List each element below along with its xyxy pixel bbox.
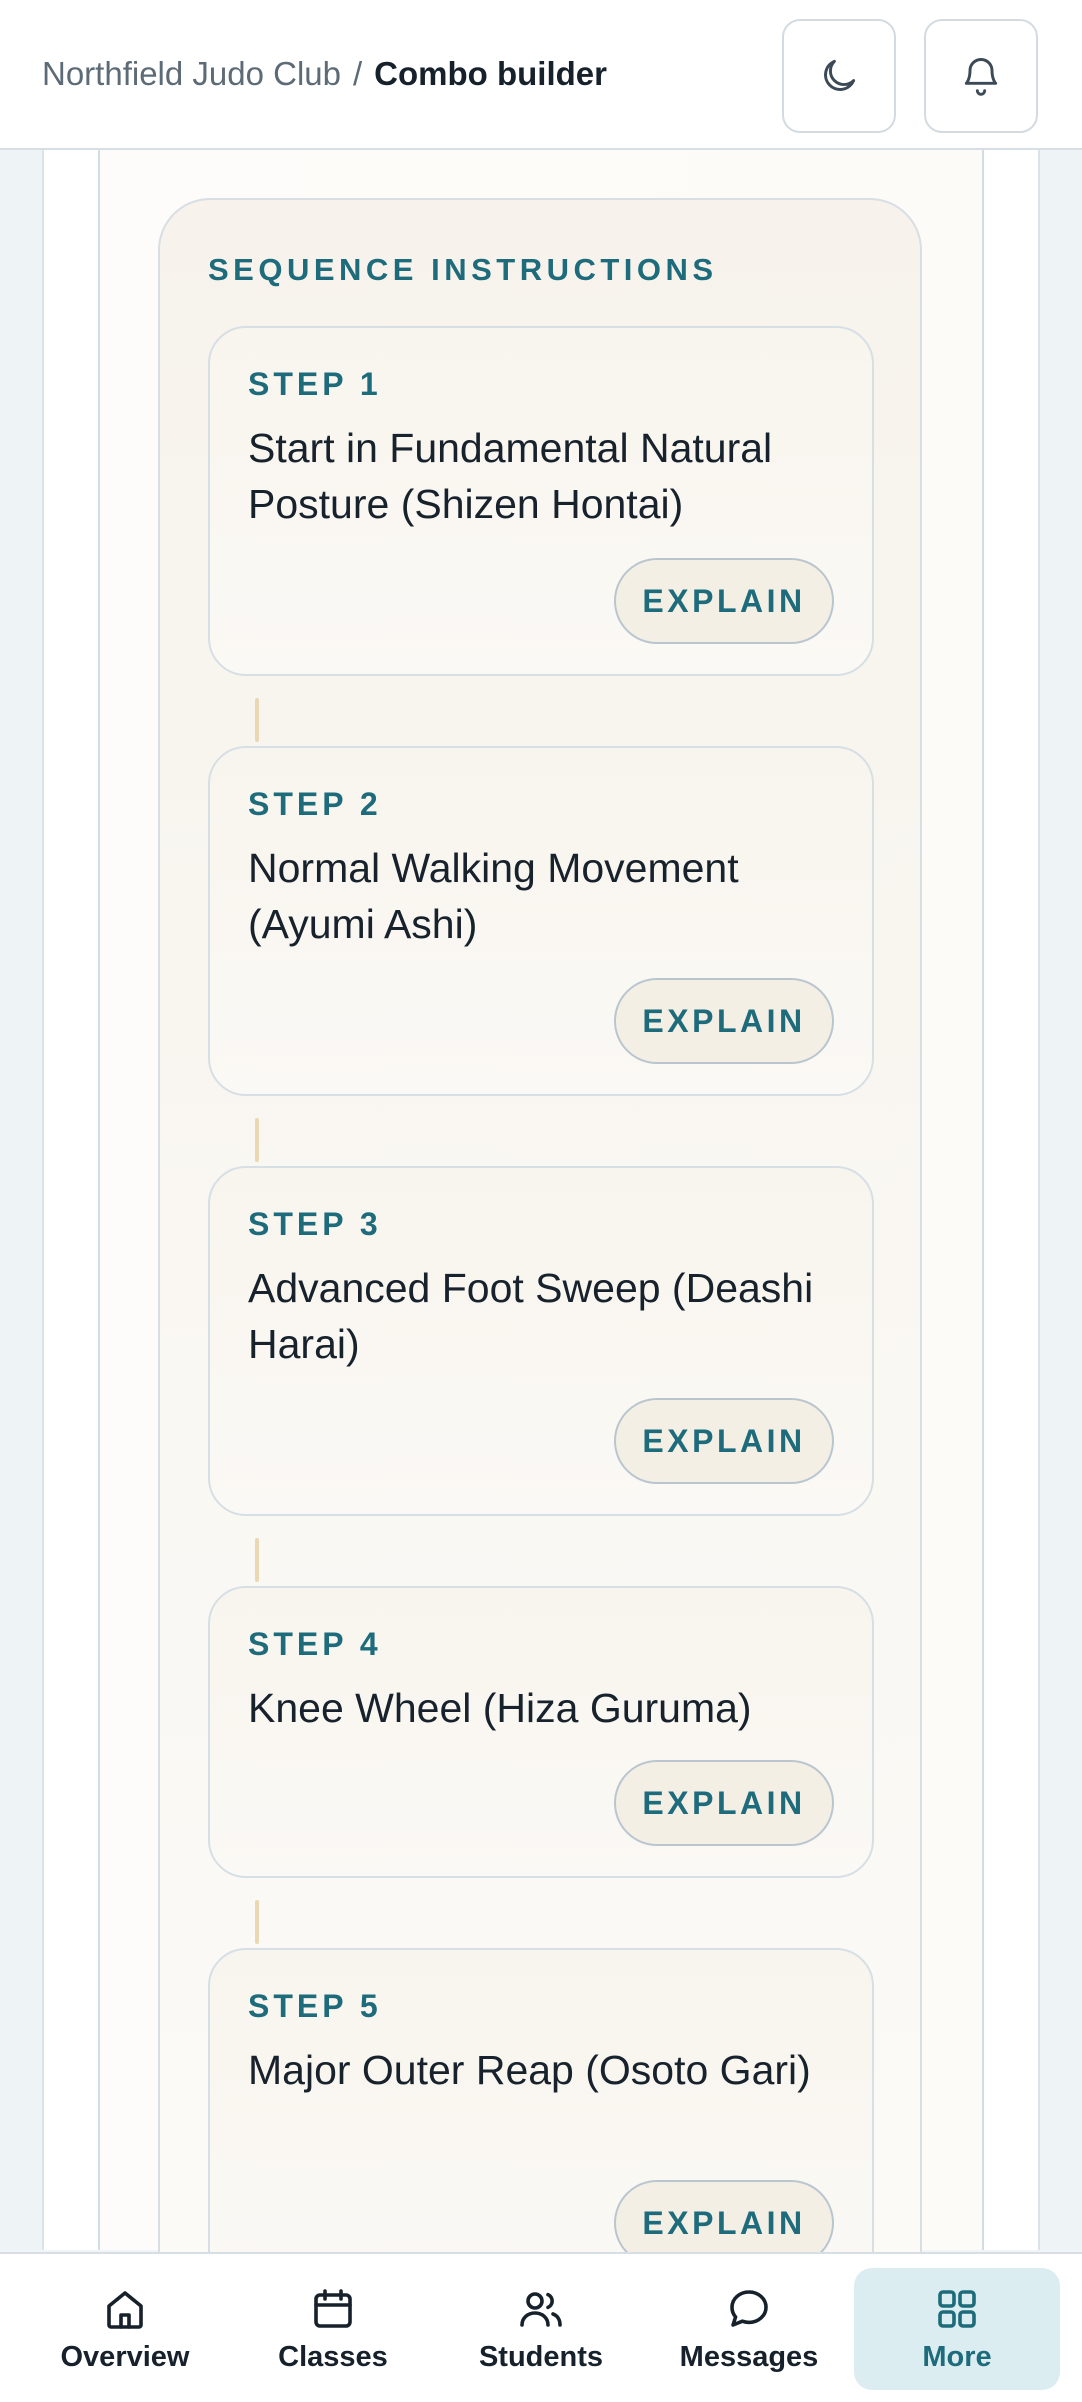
nav-label: Students — [478, 2340, 604, 2373]
step-label: STEP 5 — [248, 1988, 382, 2024]
breadcrumb: Northfield Judo Club / Combo builder — [42, 55, 607, 93]
step-connector — [255, 1900, 259, 1944]
step-label: STEP 1 — [248, 366, 382, 402]
home-icon — [107, 2290, 143, 2329]
bell-icon — [964, 58, 998, 96]
nav-label: Classes — [278, 2340, 388, 2373]
step-card: STEP 4 Knee Wheel (Hiza Guruma) EXPLAIN — [208, 1586, 874, 1878]
nav-item-students[interactable]: Students — [438, 2268, 644, 2390]
breadcrumb-club[interactable]: Northfield Judo Club — [42, 55, 341, 93]
step-text: Advanced Foot Sweep (Deashi Harai) — [248, 1265, 814, 1367]
explain-button[interactable]: EXPLAIN — [614, 1760, 834, 1846]
bottom-nav: Overview Classes Students Messages More — [0, 2252, 1082, 2402]
step-text: Start in Fundamental Natural Posture (Sh… — [248, 425, 773, 527]
users-icon — [520, 2291, 562, 2327]
explain-button[interactable]: EXPLAIN — [614, 558, 834, 644]
notifications-button[interactable] — [924, 19, 1038, 133]
step-connector — [255, 1118, 259, 1162]
step-text: Normal Walking Movement (Ayumi Ashi) — [248, 845, 739, 947]
explain-button[interactable]: EXPLAIN — [614, 1398, 834, 1484]
explain-button[interactable]: EXPLAIN — [614, 978, 834, 1064]
app-screen: Northfield Judo Club / Combo builder SEQ… — [0, 0, 1082, 2402]
frame-strip-right — [1040, 150, 1082, 2250]
nav-item-more[interactable]: More — [854, 2268, 1060, 2390]
frame-strip-left — [0, 150, 42, 2250]
step-connector — [255, 1538, 259, 1582]
step-text: Knee Wheel (Hiza Guruma) — [248, 1685, 752, 1731]
top-header: Northfield Judo Club / Combo builder — [0, 0, 1082, 150]
chat-icon — [730, 2289, 768, 2327]
nav-label: Overview — [60, 2340, 190, 2373]
theme-toggle-button[interactable] — [782, 19, 896, 133]
breadcrumb-separator: / — [353, 55, 363, 92]
step-card: STEP 3 Advanced Foot Sweep (Deashi Harai… — [208, 1166, 874, 1516]
grid-icon — [938, 2289, 976, 2328]
nav-item-overview[interactable]: Overview — [22, 2268, 228, 2390]
sequence-title: SEQUENCE INSTRUCTIONS — [208, 252, 718, 287]
step-card: STEP 1 Start in Fundamental Natural Post… — [208, 326, 874, 676]
nav-item-messages[interactable]: Messages — [646, 2268, 852, 2390]
step-label: STEP 2 — [248, 786, 382, 822]
nav-label: Messages — [679, 2340, 819, 2373]
step-label: STEP 4 — [248, 1626, 382, 1662]
nav-item-classes[interactable]: Classes — [230, 2268, 436, 2390]
step-card: STEP 2 Normal Walking Movement (Ayumi As… — [208, 746, 874, 1096]
calendar-icon — [314, 2288, 352, 2328]
nav-label: More — [922, 2340, 992, 2373]
page-title: Combo builder — [374, 55, 607, 92]
step-text: Major Outer Reap (Osoto Gari) — [248, 2047, 811, 2093]
step-label: STEP 3 — [248, 1206, 382, 1242]
step-card: STEP 5 Major Outer Reap (Osoto Gari) EXP… — [208, 1948, 874, 2298]
step-connector — [255, 698, 259, 742]
moon-icon — [824, 59, 856, 91]
